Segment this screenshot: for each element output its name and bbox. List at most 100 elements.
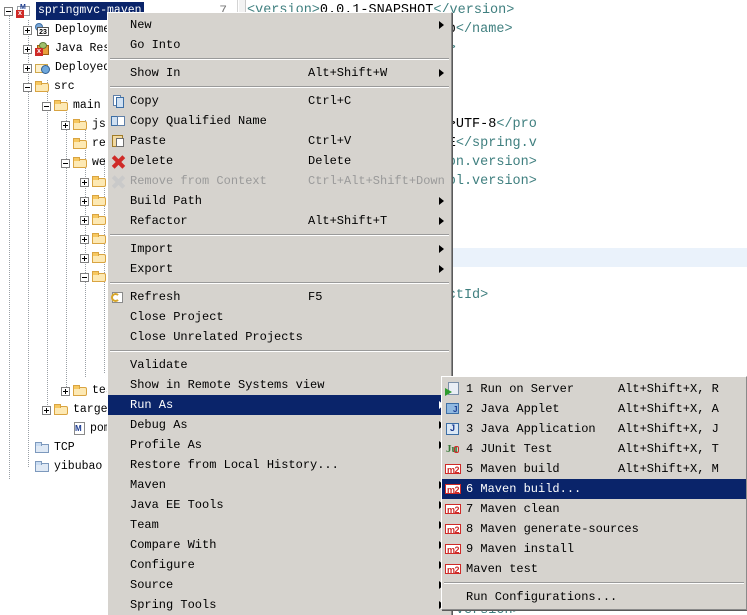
expand-icon[interactable] [80, 215, 89, 225]
menu-item[interactable]: Java EE Tools [108, 495, 451, 515]
tree-item-label: TCP [54, 441, 75, 454]
maven-project-icon: Mx [16, 4, 32, 18]
menu-item[interactable]: Debug As [108, 415, 451, 435]
menu-separator [110, 234, 449, 236]
menu-item-shortcut: Alt+Shift+W [308, 66, 388, 80]
tree-item[interactable]: we [61, 154, 106, 172]
menu-item[interactable]: Show in Remote Systems view [108, 375, 451, 395]
menu-item[interactable]: Close Unrelated Projects [108, 327, 451, 347]
menu-item[interactable]: Refactor Alt+Shift+T [108, 211, 451, 231]
menu-item[interactable]: Refresh F5 [108, 287, 451, 307]
collapse-icon[interactable] [23, 82, 32, 92]
project-context-menu[interactable]: New Go Into Show In Alt+Shift+W Copy Ctrl+C Co… [107, 12, 452, 615]
tree-item-label: js [92, 118, 106, 131]
submenu-arrow-icon [439, 21, 444, 29]
menu-item-label: Close Unrelated Projects [130, 330, 303, 344]
menu-item-label: 5 Maven build [466, 462, 560, 476]
tree-item-label: yibubao [54, 460, 103, 473]
collapse-icon[interactable] [42, 101, 51, 111]
menu-item[interactable]: m2 Maven test [442, 559, 746, 579]
menu-item-shortcut: Ctrl+C [308, 94, 352, 108]
expand-icon[interactable] [23, 63, 32, 73]
expand-icon[interactable] [23, 44, 32, 54]
menu-item[interactable]: Configure [108, 555, 451, 575]
menu-item[interactable]: Show In Alt+Shift+W [108, 63, 451, 83]
menu-item[interactable]: Paste Ctrl+V [108, 131, 451, 151]
expand-icon[interactable] [61, 120, 70, 130]
menu-item[interactable]: m2 8 Maven generate-sources [442, 519, 746, 539]
run-as-submenu[interactable]: 1 Run on Server Alt+Shift+X, R J 2 Java App… [441, 376, 747, 610]
expand-icon[interactable] [80, 196, 89, 206]
expand-icon[interactable] [61, 386, 70, 396]
menu-item[interactable]: m2 5 Maven build Alt+Shift+X, M [442, 459, 746, 479]
menu-item-label: 6 Maven build... [466, 482, 582, 496]
menu-item[interactable]: J 3 Java Application Alt+Shift+X, J [442, 419, 746, 439]
tree-item[interactable]: yibubao [23, 458, 102, 476]
tree-item[interactable]: 23 Deployme [23, 21, 110, 39]
menu-item[interactable]: Export [108, 259, 451, 279]
menu-item[interactable]: Compare With [108, 535, 451, 555]
menu-item[interactable]: J 2 Java Applet Alt+Shift+X, A [442, 399, 746, 419]
tree-item[interactable]: Deployed [23, 59, 110, 77]
expand-icon[interactable] [80, 177, 89, 187]
menu-item[interactable]: Ju 4 JUnit Test Alt+Shift+X, T [442, 439, 746, 459]
menu-item[interactable]: Close Project [108, 307, 451, 327]
menu-item-label: Source [130, 578, 174, 592]
menu-item[interactable]: Run As [108, 395, 451, 415]
expand-icon[interactable] [23, 25, 32, 35]
menu-item[interactable]: Build Path [108, 191, 451, 211]
menu-separator [110, 350, 449, 352]
menu-item[interactable]: Copy Ctrl+C [108, 91, 451, 111]
menu-item[interactable]: m2 9 Maven install [442, 539, 746, 559]
menu-item-label: Debug As [130, 418, 188, 432]
menu-item[interactable]: 1 Run on Server Alt+Shift+X, R [442, 379, 746, 399]
menu-item[interactable]: Run Configurations... [442, 587, 746, 607]
menu-item-label: 9 Maven install [466, 542, 575, 556]
menu-item[interactable]: m2 6 Maven build... [442, 479, 746, 499]
expand-icon[interactable] [42, 405, 51, 415]
menu-item[interactable]: Copy Qualified Name [108, 111, 451, 131]
remove-from-context-icon [111, 174, 126, 189]
collapse-icon[interactable] [61, 158, 70, 168]
menu-item-label: Paste [130, 134, 167, 148]
menu-item[interactable]: Spring Tools [108, 595, 451, 615]
menu-item[interactable]: Maven [108, 475, 451, 495]
tree-item-label: Deployme [55, 23, 111, 36]
menu-item[interactable]: New [108, 15, 451, 35]
menu-item[interactable]: Import [108, 239, 451, 259]
tree-item[interactable]: x Java Res [23, 40, 110, 58]
menu-item[interactable]: Source [108, 575, 451, 595]
menu-item[interactable]: Validate [108, 355, 451, 375]
closed-folder-icon [35, 442, 50, 454]
tree-item[interactable]: src [23, 78, 75, 96]
folder-icon [92, 176, 107, 188]
collapse-icon[interactable] [4, 6, 13, 16]
menu-item-label: Profile As [130, 438, 203, 452]
submenu-arrow-icon [439, 69, 444, 77]
expand-icon[interactable] [80, 253, 89, 263]
menu-item[interactable]: Profile As [108, 435, 451, 455]
menu-item-label: Spring Tools [130, 598, 217, 612]
folder-icon [73, 119, 88, 131]
collapse-icon[interactable] [80, 272, 89, 282]
menu-item[interactable]: Team [108, 515, 451, 535]
submenu-arrow-icon [439, 245, 444, 253]
tree-item-label: Deployed [55, 61, 111, 74]
maven-icon: m2 [445, 504, 461, 515]
tree-item[interactable]: target [42, 401, 114, 419]
maven-icon: m2 [445, 524, 461, 535]
menu-item[interactable]: m2 7 Maven clean [442, 499, 746, 519]
menu-item[interactable]: Go Into [108, 35, 451, 55]
menu-item-label: 7 Maven clean [466, 502, 560, 516]
tree-item[interactable]: js [61, 116, 106, 134]
maven-icon: m2 [445, 484, 461, 495]
tree-item[interactable]: TCP [23, 439, 75, 457]
tree-item[interactable]: re [61, 135, 106, 153]
menu-item-label: Build Path [130, 194, 203, 208]
menu-item-shortcut: Alt+Shift+X, T [618, 442, 719, 456]
tree-item[interactable]: main [42, 97, 101, 115]
expand-icon[interactable] [80, 234, 89, 244]
menu-item[interactable]: Delete Delete [108, 151, 451, 171]
menu-item[interactable]: Restore from Local History... [108, 455, 451, 475]
